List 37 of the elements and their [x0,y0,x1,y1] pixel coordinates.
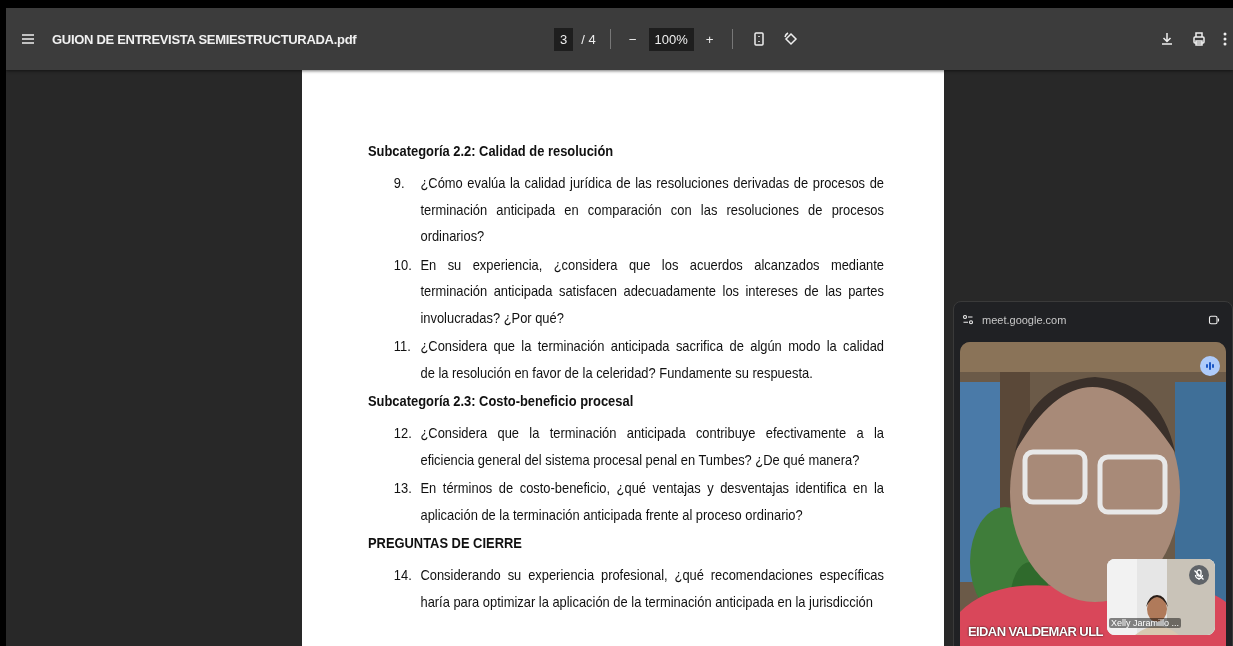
question-text-line: ¿Considera que la terminación anticipada contribuye efectivamente a la [420,423,884,443]
page-total: / 4 [581,31,596,47]
question-text-line: eficiencia general del sistema procesal penal en Tumbes? ¿De qué manera? [420,449,861,470]
item-number: 14. [393,565,413,585]
section-heading: Subcategoría 2.2: Calidad de resolución [368,141,615,161]
question-text-line: haría para optimizar la aplicación de la terminación anticipada en la jurisdicción [420,591,874,612]
question-text-line: terminación anticipada satisfacen adecuadamente los intereses de las partes [420,281,884,301]
question-text-line: de la resolución en favor de la celeridad? Fundamente su respuesta. [420,362,814,383]
window-icon [1208,314,1220,326]
item-number: 12. [393,423,413,443]
item-number: 11. [393,336,412,356]
site-url: meet.google.com [982,314,1068,326]
question-text-line: aplicación de la terminación anticipada frente al proceso ordinario? [420,504,804,525]
question-text-line: En su experiencia, ¿considera que los acuerdos alcanzados mediante [420,254,884,275]
section-heading: PREGUNTAS DE CIERRE [368,533,523,553]
download-icon [1159,31,1175,47]
menu-icon [20,31,36,47]
question-text-line: En términos de costo-beneficio, ¿qué ventajas y desventajas identifica en la [420,478,884,498]
more-icon [1223,31,1227,47]
question-text-line: ¿Cómo evalúa la calidad jurídica de las resoluciones derivadas de procesos de [420,173,884,193]
question-text-line: ¿Considera que la terminación anticipada sacrifica de algún modo la calidad [420,336,884,356]
question-text-line: involucradas? ¿Por qué? [420,307,565,328]
question-text-line: Considerando su experiencia profesional, ¿qué recomendaciones específicas [420,565,884,585]
section-heading: Subcategoría 2.3: Costo-beneficio procesal [368,391,635,411]
item-number: 10. [393,254,413,275]
item-number: 13. [393,478,413,498]
zoom-in-button[interactable]: + [701,27,718,51]
zoom-field[interactable]: 100% [648,27,694,51]
zoom-out-button[interactable]: − [624,27,641,51]
question-text-line: ordinarios? [420,226,486,246]
page-number-field[interactable]: 3 [554,27,574,51]
item-number: 9. [393,173,406,193]
file-title: GUION DE ENTREVISTA SEMIESTRUCTURADA.pdf [52,31,358,47]
print-icon [1191,31,1207,47]
question-text-line: terminación anticipada en comparación con las resoluciones de procesos [420,199,884,220]
rotate-icon [782,31,799,47]
site-settings-icon [962,314,974,326]
